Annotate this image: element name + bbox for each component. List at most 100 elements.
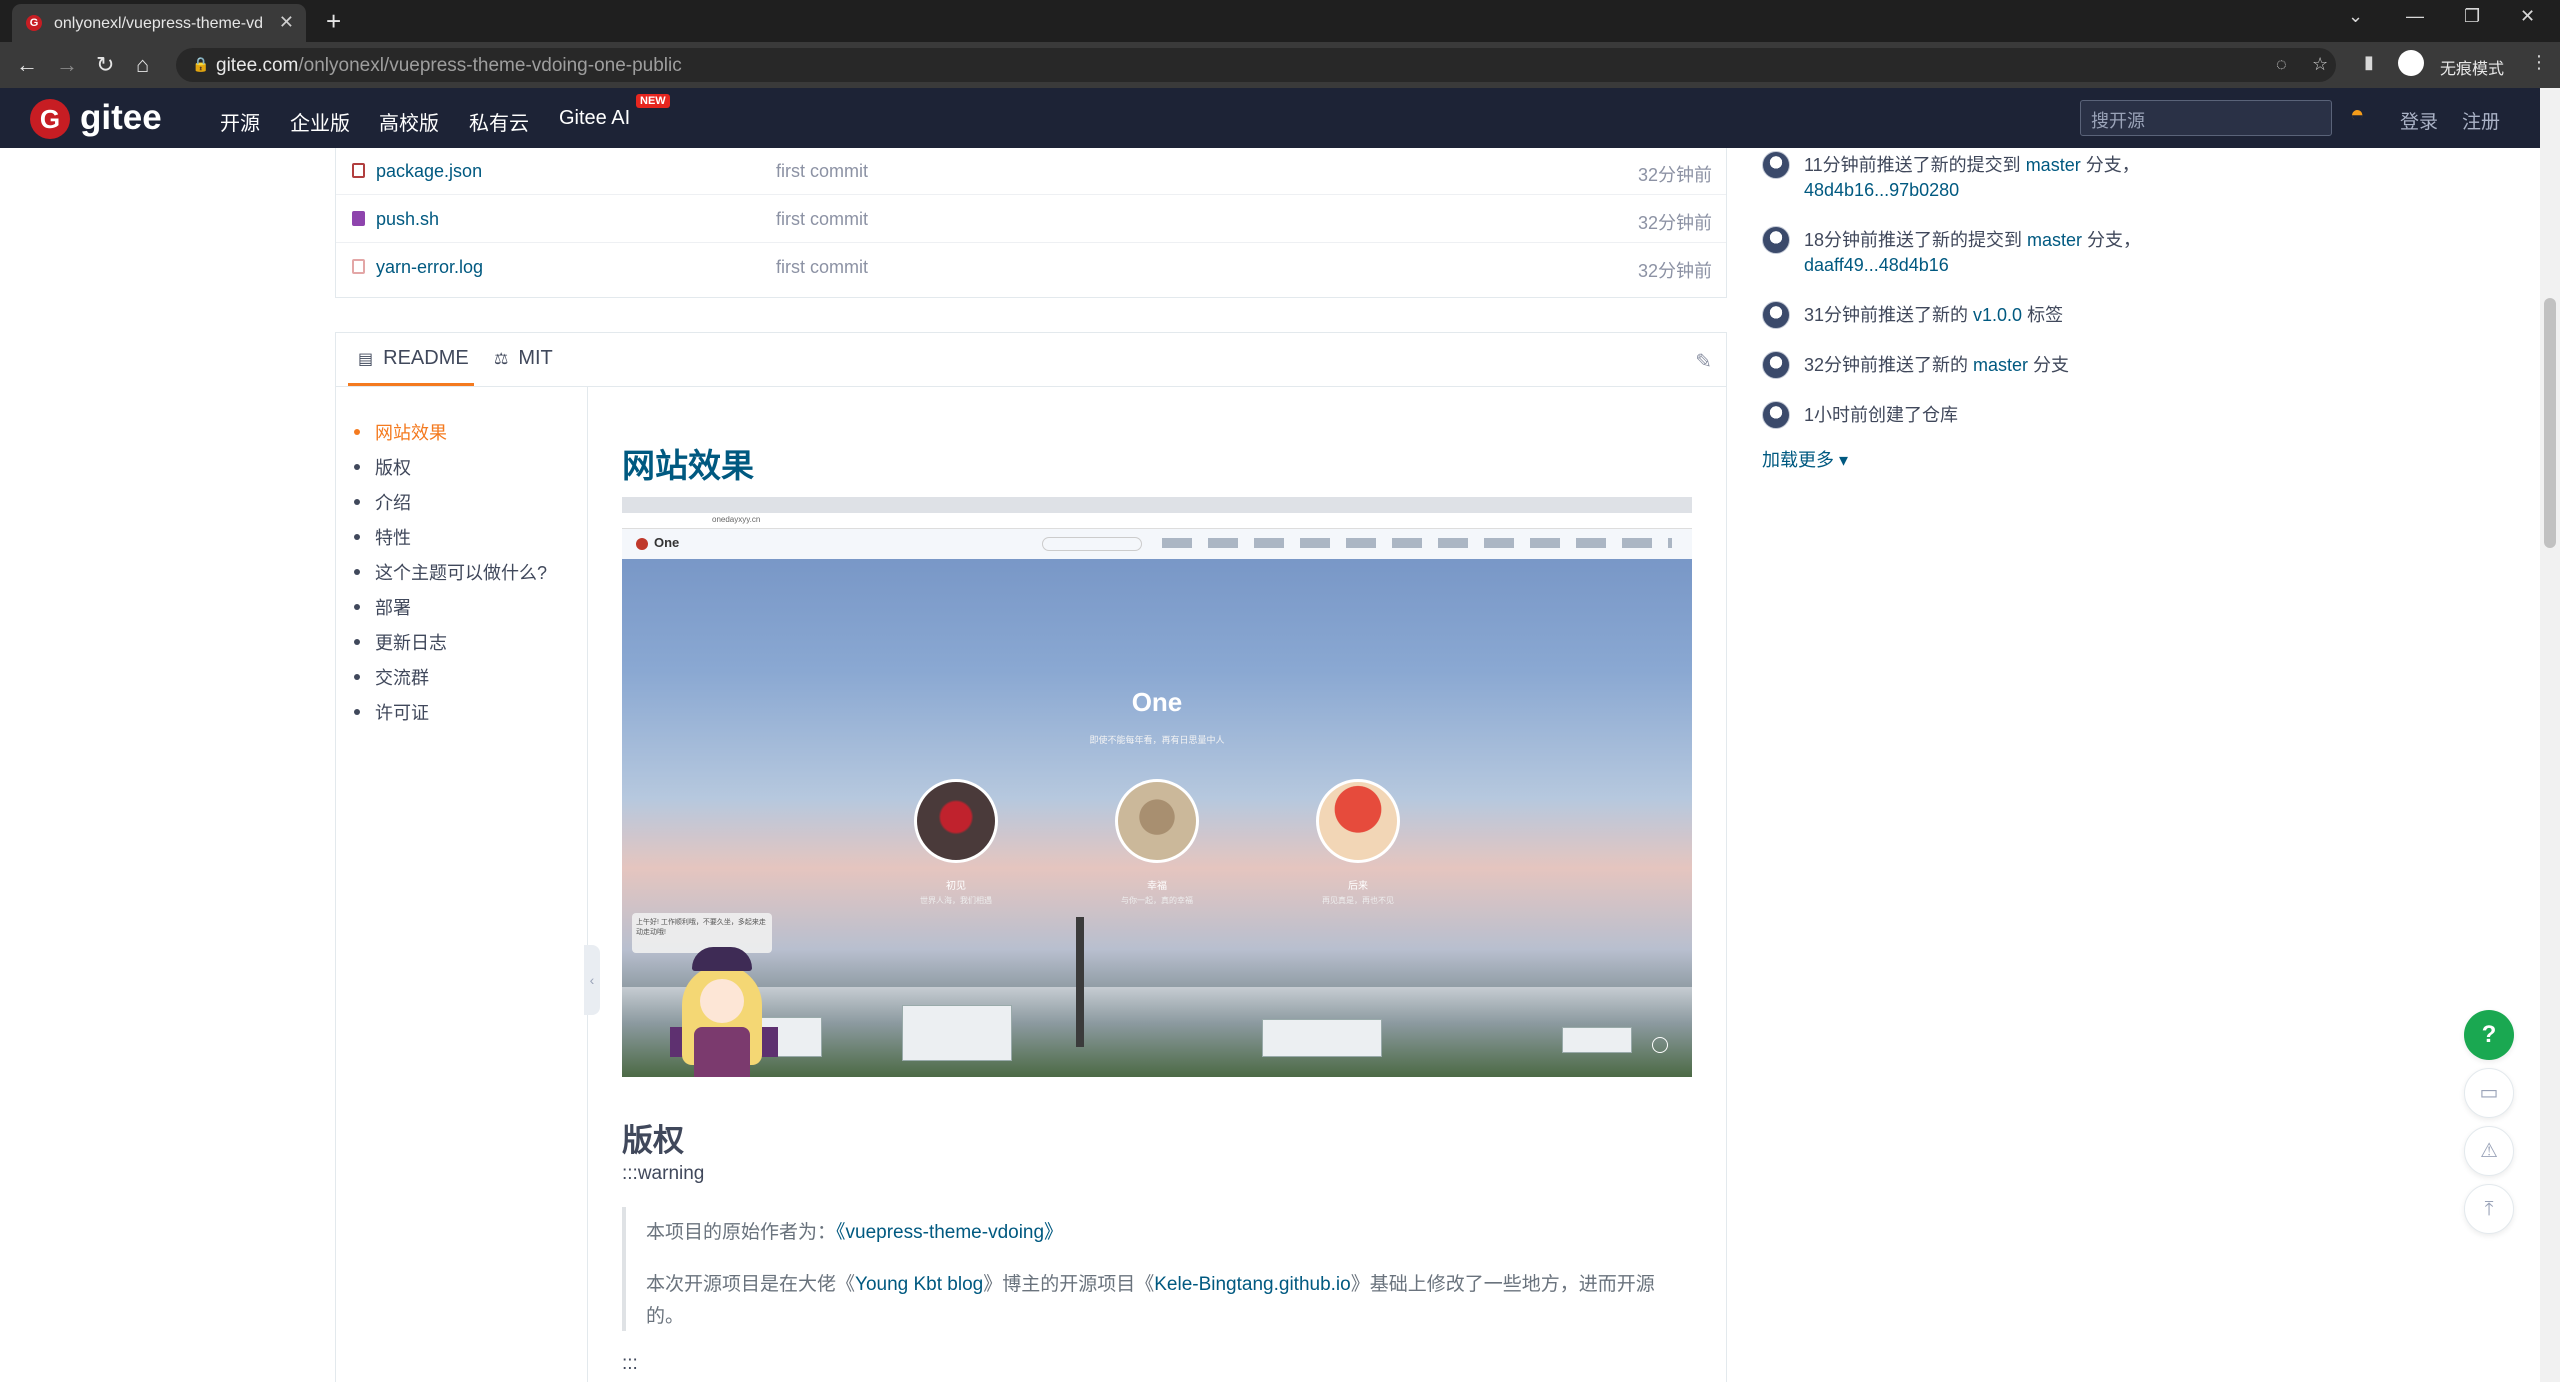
kbt-blog-link[interactable]: Young Kbt blog (855, 1274, 983, 1295)
toc-item[interactable]: 特性 (354, 524, 411, 550)
toc-item[interactable]: 部署 (354, 594, 411, 620)
nav-private-cloud[interactable]: 私有云 (469, 107, 529, 136)
nav-enterprise[interactable]: 企业版 (290, 107, 350, 136)
file-name[interactable]: push.sh (376, 209, 439, 230)
minimize-icon[interactable]: — (2406, 6, 2424, 27)
branch-link[interactable]: master (2026, 155, 2081, 175)
toc-item[interactable]: 网站效果 (354, 419, 447, 445)
heading-copyright: 版权 (622, 1123, 684, 1158)
new-badge: NEW (636, 94, 670, 108)
back-to-top-icon[interactable]: ⤒ (2464, 1184, 2514, 1234)
preview-card-label: 幸福 (1147, 881, 1167, 892)
branch-link[interactable]: master (1973, 355, 2028, 375)
browser-tab[interactable]: G onlyonexl/vuepress-theme-vd ✕ (12, 4, 306, 42)
toc-item[interactable]: 介绍 (354, 489, 411, 515)
file-name[interactable]: package.json (376, 161, 482, 182)
edit-icon[interactable]: ✎ (1695, 349, 1712, 374)
toc-item[interactable]: 交流群 (354, 664, 429, 690)
tag-link[interactable]: v1.0.0 (1973, 305, 2022, 325)
preview-menu (1162, 538, 1672, 548)
tab-search-icon[interactable]: ⌄ (2348, 6, 2363, 27)
browser-toolbar: ← → ↻ ⌂ 🔒 gitee.com/onlyonexl/vuepress-t… (0, 42, 2560, 88)
tab-readme[interactable]: ▤ README (358, 347, 469, 370)
commit-range-link[interactable]: daaff49...48d4b16 (1804, 255, 1949, 275)
avatar[interactable] (1762, 226, 1790, 254)
preview-card-desc: 世界人海，我们相遇 (920, 896, 992, 905)
avatar[interactable] (1762, 301, 1790, 329)
reload-icon[interactable]: ↻ (96, 52, 114, 78)
preview-address-bar: onedayxyy.cn (622, 513, 1692, 529)
warning-marker: :::warning (622, 1163, 705, 1184)
mascot-dress (694, 1027, 750, 1077)
branch-link[interactable]: master (2027, 230, 2082, 250)
commit-range-link[interactable]: 48d4b16...97b0280 (1804, 180, 1959, 200)
file-icon (352, 163, 365, 178)
commit-message[interactable]: first commit (776, 209, 868, 230)
new-tab-button[interactable]: + (326, 6, 341, 37)
activity-text: 32分钟前推送了新的 master 分支 (1804, 355, 2070, 375)
nav-open-source[interactable]: 开源 (220, 107, 260, 136)
tracking-icon[interactable]: ◌ (2276, 54, 2287, 75)
toc-item[interactable]: 更新日志 (354, 629, 447, 655)
vdoing-link[interactable]: 《vuepress-theme-vdoing》 (836, 1222, 1063, 1243)
kele-bingtang-link[interactable]: Kele-Bingtang.github.io (1154, 1274, 1350, 1295)
login-link[interactable]: 登录 (2400, 107, 2438, 134)
toc-item[interactable]: 这个主题可以做什么? (354, 559, 547, 585)
preview-building (902, 1005, 1012, 1061)
nav-gitee-ai[interactable]: Gitee AI (559, 107, 630, 130)
scroll-thumb[interactable] (2544, 298, 2556, 548)
report-warning-icon[interactable]: ⚠ (2464, 1126, 2514, 1176)
search-input[interactable]: 搜开源 (2080, 100, 2332, 136)
toc-collapse-handle[interactable]: ‹ (584, 945, 600, 1015)
forward-icon[interactable]: → (56, 52, 78, 78)
sidepanel-icon[interactable]: ▮ (2364, 52, 2374, 73)
mascot-face (700, 979, 744, 1023)
register-link[interactable]: 注册 (2462, 107, 2500, 134)
heading-website-preview: 网站效果 (622, 447, 754, 484)
toc-item[interactable]: 许可证 (354, 699, 429, 725)
quote-line-original-author: 本项目的原始作者为：《vuepress-theme-vdoing》 (646, 1222, 1064, 1243)
mascot-hat (692, 947, 752, 971)
avatar[interactable] (1762, 151, 1790, 179)
toc-item[interactable]: 版权 (354, 454, 411, 480)
browser-menu-icon[interactable]: ⋮ (2530, 52, 2548, 73)
activity-text: 18分钟前推送了新的提交到 master 分支，daaff49...48d4b1… (1804, 230, 2142, 275)
commit-message[interactable]: first commit (776, 257, 868, 278)
shell-file-icon (352, 211, 365, 226)
nav-education[interactable]: 高校版 (379, 107, 439, 136)
gitee-logo-icon[interactable]: G (30, 99, 70, 139)
file-row[interactable]: yarn-error.log first commit 32分钟前 (336, 244, 1726, 291)
lightbulb-icon[interactable]: ◓ (2350, 101, 2365, 129)
back-icon[interactable]: ← (16, 52, 38, 78)
address-bar[interactable]: 🔒 gitee.com/onlyonexl/vuepress-theme-vdo… (176, 48, 2336, 82)
file-name[interactable]: yarn-error.log (376, 257, 483, 278)
gitee-logo-text[interactable]: gitee (80, 98, 162, 138)
page-scrollbar[interactable] (2540, 88, 2560, 1382)
tab-title: onlyonexl/vuepress-theme-vd (54, 15, 263, 32)
comment-icon[interactable]: ▭ (2464, 1068, 2514, 1118)
load-more-button[interactable]: 加载更多 ▾ (1762, 446, 1848, 472)
incognito-label[interactable]: 无痕模式 (2440, 55, 2504, 79)
preview-mascot (664, 947, 784, 1077)
restore-icon[interactable]: ❐ (2464, 6, 2480, 27)
file-row[interactable]: package.json first commit 32分钟前 (336, 148, 1726, 195)
tab-license[interactable]: ⚖ MIT (494, 347, 553, 370)
preview-hero-title: One (1131, 687, 1183, 717)
bookmark-star-icon[interactable]: ☆ (2312, 54, 2328, 75)
help-button[interactable]: ? (2464, 1010, 2514, 1060)
close-window-icon[interactable]: ✕ (2520, 6, 2535, 27)
avatar[interactable] (1762, 401, 1790, 429)
commit-time: 32分钟前 (1637, 261, 1712, 281)
home-icon[interactable]: ⌂ (136, 52, 149, 78)
preview-chimney (1076, 917, 1084, 1047)
lock-icon: 🔒 (192, 56, 210, 72)
avatar[interactable] (1762, 351, 1790, 379)
file-row[interactable]: push.sh first commit 32分钟前 (336, 196, 1726, 243)
incognito-icon[interactable] (2398, 50, 2424, 76)
closing-marker: ::: (622, 1353, 638, 1374)
website-preview-image: onedayxyy.cn One One 即使不能每年看，再有日思量中人 初见 … (622, 497, 1692, 1077)
tab-close-icon[interactable]: ✕ (279, 12, 294, 33)
activity-text: 31分钟前推送了新的 v1.0.0 标签 (1804, 305, 2064, 325)
commit-message[interactable]: first commit (776, 161, 868, 182)
url-text[interactable]: gitee.com/onlyonexl/vuepress-theme-vdoin… (216, 55, 682, 77)
